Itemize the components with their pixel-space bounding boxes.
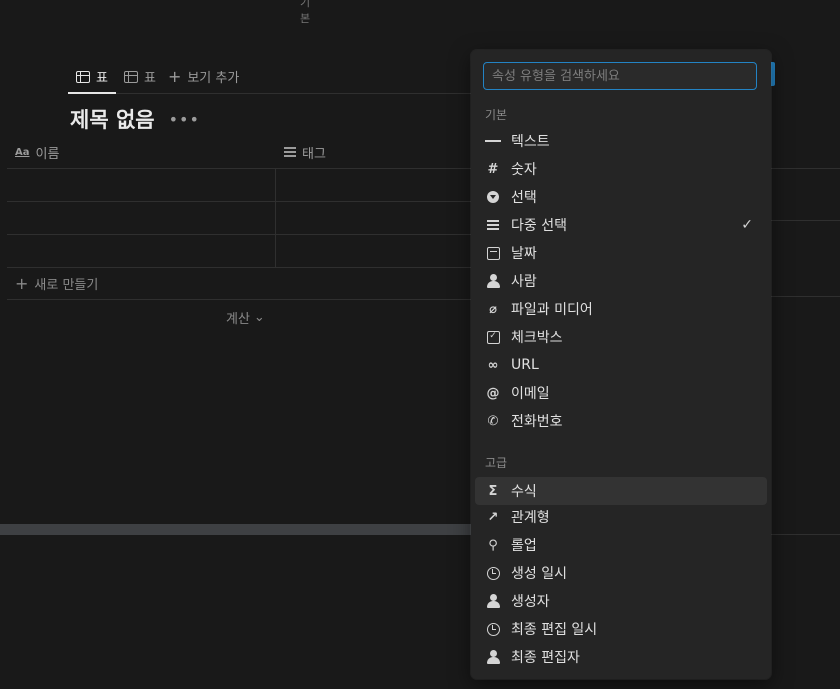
section-label-advanced: 고급 [485, 456, 508, 470]
menu-item-label: 선택 [511, 190, 537, 206]
menu-item-label: 관계형 [511, 510, 550, 526]
calendar-icon [485, 245, 501, 261]
view-tab-label: 표 [96, 71, 108, 86]
menu-item-checkbox[interactable]: ✓ 체크박스 [475, 323, 767, 351]
menu-item-label: 최종 편집 일시 [511, 622, 598, 638]
menu-item-label: 이메일 [511, 386, 550, 402]
menu-item-last-edited-by[interactable]: 최종 편집자 [475, 643, 767, 671]
menu-item-text[interactable]: 텍스트 [475, 127, 767, 155]
clock-icon [485, 621, 501, 637]
text-property-icon: Aa [15, 146, 30, 158]
table-icon [123, 70, 138, 83]
menu-item-label: URL [511, 357, 539, 373]
menu-item-label: 파일과 미디어 [511, 302, 593, 318]
menu-item-rollup[interactable]: ⚲ 롤업 [475, 531, 767, 559]
menu-item-label: 사람 [511, 274, 537, 290]
rollup-search-icon: ⚲ [488, 537, 498, 553]
select-icon [485, 189, 501, 205]
divider [771, 168, 840, 169]
formula-icon: Σ [488, 483, 498, 499]
divider [771, 220, 840, 221]
at-icon: @ [486, 385, 500, 401]
menu-item-label: 생성 일시 [511, 566, 567, 582]
menu-item-label: 최종 편집자 [511, 650, 580, 666]
divider [771, 296, 840, 297]
phone-icon: ✆ [487, 413, 499, 429]
menu-item-number[interactable]: # 숫자 [475, 155, 767, 183]
table-cell[interactable] [7, 202, 276, 234]
person-icon [485, 593, 501, 609]
link-icon: ∞ [487, 357, 499, 373]
cut-off-header-text: 기본 [300, 0, 311, 25]
horizontal-scrollbar[interactable] [0, 524, 480, 535]
column-header-name[interactable]: Aa 이름 [7, 136, 276, 168]
menu-item-label: 전화번호 [511, 414, 563, 430]
property-type-search-input[interactable] [483, 62, 757, 90]
database-table: Aa 이름 태그 + 새로 만들기 [7, 136, 517, 300]
menu-item-created-time[interactable]: 생성 일시 [475, 559, 767, 587]
database-title-row: 제목 없음 ••• [70, 104, 200, 134]
table-header: Aa 이름 태그 [7, 136, 517, 169]
section-label-basic: 기본 [485, 108, 508, 122]
table-row [7, 202, 517, 235]
calculate-button[interactable]: 계산 ⌄ [226, 308, 265, 327]
menu-item-formula[interactable]: Σ 수식 [475, 477, 767, 505]
menu-item-label: 텍스트 [511, 134, 550, 150]
menu-item-relation[interactable]: ↗ 관계형 [475, 503, 767, 531]
checkmark-icon: ✓ [741, 217, 753, 233]
column-header-label: 태그 [302, 146, 326, 162]
menu-item-multi-select[interactable]: 다중 선택 ✓ [475, 211, 767, 239]
menu-item-label: 수식 [511, 484, 537, 500]
menu-item-last-edited-time[interactable]: 최종 편집 일시 [475, 615, 767, 643]
add-view-button[interactable]: + 보기 추가 [164, 63, 247, 91]
column-header-label: 이름 [35, 146, 60, 162]
menu-item-label: 숫자 [511, 162, 537, 178]
focus-accent [771, 62, 775, 86]
number-icon: # [487, 161, 499, 177]
table-row [7, 235, 517, 268]
new-row-button[interactable]: + 새로 만들기 [7, 268, 517, 300]
new-row-label: 새로 만들기 [34, 278, 99, 293]
paperclip-icon: ⌀ [489, 301, 497, 317]
menu-item-date[interactable]: 날짜 [475, 239, 767, 267]
table-cell[interactable] [7, 169, 276, 201]
view-tab-table-1[interactable]: 표 [68, 60, 116, 94]
calculate-label: 계산 [226, 312, 250, 327]
multi-select-icon [485, 217, 501, 233]
more-options-icon[interactable]: ••• [169, 110, 200, 129]
menu-item-created-by[interactable]: 생성자 [475, 587, 767, 615]
table-icon [76, 70, 90, 83]
menu-item-email[interactable]: @ 이메일 [475, 379, 767, 407]
menu-item-phone[interactable]: ✆ 전화번호 [475, 407, 767, 435]
menu-item-select[interactable]: 선택 [475, 183, 767, 211]
people-icon [485, 273, 501, 289]
menu-item-label: 날짜 [511, 246, 537, 262]
menu-item-label: 롤업 [511, 538, 537, 554]
multi-select-icon [284, 147, 296, 157]
database-title[interactable]: 제목 없음 [70, 104, 155, 134]
menu-item-url[interactable]: ∞ URL [475, 351, 767, 379]
menu-item-people[interactable]: 사람 [475, 267, 767, 295]
menu-item-label: 체크박스 [511, 330, 563, 346]
view-tab-label: 표 [143, 71, 156, 86]
checkbox-icon: ✓ [485, 329, 501, 345]
property-type-menu: 기본 텍스트 # 숫자 선택 다중 선택 ✓ 날짜 사람 ⌀ 파일과 미디어 ✓… [471, 50, 771, 679]
add-view-label: 보기 추가 [187, 71, 240, 86]
menu-item-label: 생성자 [511, 594, 550, 610]
view-tabs: 표 표 + 보기 추가 [68, 60, 508, 94]
text-icon [485, 133, 502, 149]
menu-item-files-media[interactable]: ⌀ 파일과 미디어 [475, 295, 767, 323]
chevron-down-icon: ⌄ [253, 310, 265, 325]
plus-icon: + [15, 273, 29, 293]
view-tab-table-2[interactable]: 표 [116, 63, 164, 91]
table-cell[interactable] [7, 235, 276, 267]
table-row [7, 169, 517, 202]
relation-arrow-icon: ↗ [487, 509, 499, 525]
menu-item-label: 다중 선택 [511, 218, 567, 234]
clock-icon [485, 565, 501, 581]
plus-icon: + [167, 66, 182, 86]
person-icon [485, 649, 501, 665]
